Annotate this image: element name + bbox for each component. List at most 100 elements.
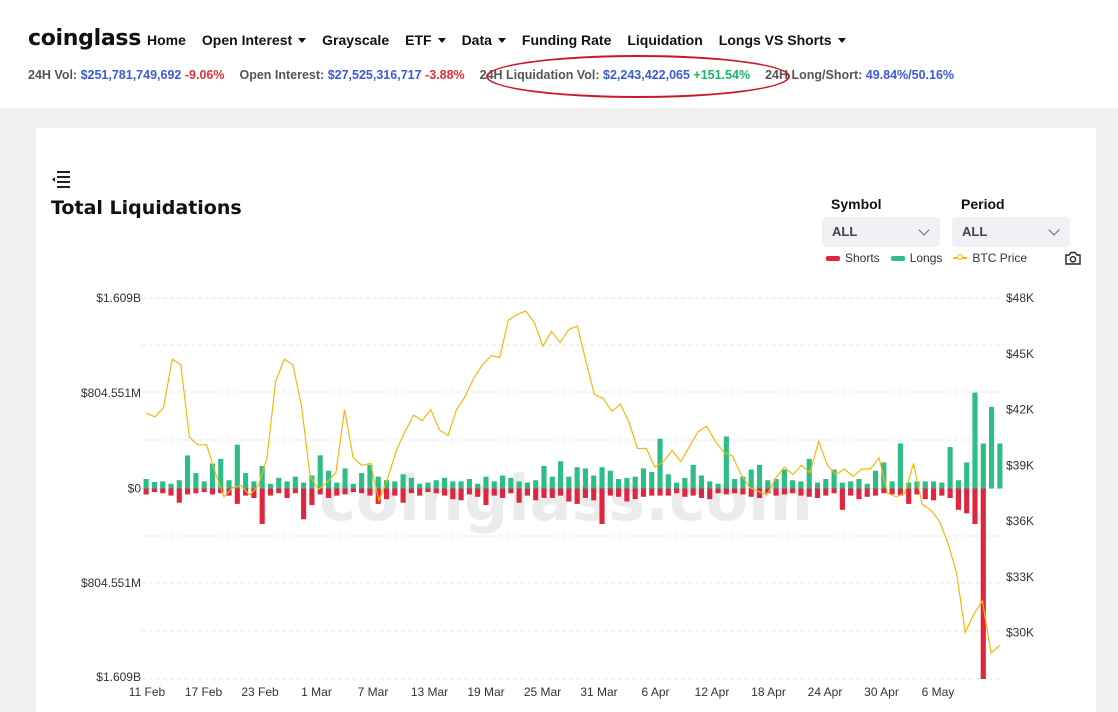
- bar-shorts: [276, 488, 282, 494]
- bar-longs: [740, 476, 746, 489]
- bar-shorts: [549, 488, 555, 498]
- bar-shorts: [359, 488, 365, 494]
- bar-shorts: [964, 488, 970, 514]
- bar-shorts: [483, 488, 489, 506]
- bar-longs: [980, 443, 986, 489]
- bar-shorts: [417, 488, 423, 496]
- bar-shorts: [508, 488, 514, 494]
- bar-shorts: [864, 488, 870, 497]
- liquidations-chart: coinglass.com $1.609B $804.551M $0 $804.551…: [81, 291, 1034, 699]
- x-tick-label: 1 Mar: [301, 685, 332, 699]
- x-tick-label: 18 Apr: [751, 685, 786, 699]
- bar-shorts: [450, 488, 456, 500]
- bar-shorts: [168, 488, 174, 496]
- bar-shorts: [616, 488, 622, 497]
- bar-shorts: [740, 488, 746, 495]
- bar-longs: [557, 461, 564, 489]
- x-tick-label: 19 Mar: [467, 685, 504, 699]
- right-tick-label: $39K: [1006, 458, 1034, 472]
- bar-longs: [243, 473, 249, 489]
- right-tick-label: $48K: [1006, 291, 1034, 305]
- bar-shorts: [632, 488, 638, 500]
- bar-longs: [616, 479, 622, 489]
- bar-longs: [756, 464, 763, 489]
- bar-longs: [359, 473, 365, 489]
- bar-shorts: [856, 488, 862, 500]
- bar-longs: [292, 476, 298, 489]
- bar-longs: [441, 477, 448, 489]
- bar-longs: [508, 477, 514, 489]
- bar-shorts: [491, 488, 497, 496]
- bar-longs: [475, 483, 481, 489]
- left-tick-label: $1.609B: [96, 291, 141, 305]
- right-axis-ticks: $48K $45K $42K $39K $36K $33K $30K: [1006, 291, 1034, 640]
- bar-longs: [375, 476, 381, 489]
- bar-shorts: [458, 488, 464, 501]
- bar-shorts: [566, 488, 572, 502]
- bar-shorts: [748, 488, 754, 497]
- bar-shorts: [665, 488, 671, 496]
- bar-longs: [964, 462, 970, 489]
- bar-longs: [765, 480, 771, 489]
- bar-longs: [342, 468, 348, 489]
- bar-longs: [839, 482, 845, 489]
- bar-longs: [814, 482, 821, 489]
- bar-shorts: [872, 488, 879, 496]
- bar-shorts: [475, 488, 481, 497]
- bar-longs: [939, 482, 945, 489]
- bar-shorts: [151, 488, 158, 493]
- bar-longs: [160, 481, 166, 489]
- bar-longs: [483, 476, 489, 489]
- bar-shorts: [814, 488, 821, 498]
- bar-shorts: [674, 488, 680, 494]
- bar-longs: [649, 471, 655, 489]
- right-tick-label: $30K: [1006, 626, 1034, 640]
- x-tick-label: 30 Apr: [864, 685, 899, 699]
- bar-shorts: [980, 488, 986, 679]
- bar-shorts: [939, 488, 945, 496]
- bar-longs: [632, 476, 638, 489]
- right-tick-label: $42K: [1006, 403, 1034, 417]
- bar-longs: [516, 481, 522, 489]
- bar-shorts: [334, 488, 340, 496]
- bar-longs: [226, 480, 232, 489]
- bar-shorts: [284, 488, 290, 498]
- bar-longs: [301, 482, 307, 489]
- bar-longs: [682, 477, 688, 489]
- bar-longs: [533, 480, 539, 489]
- bar-shorts: [881, 488, 887, 494]
- bar-longs: [922, 481, 928, 489]
- bar-longs: [856, 479, 862, 489]
- bar-shorts: [848, 488, 854, 496]
- bar-longs: [798, 481, 804, 489]
- bar-longs: [889, 481, 895, 489]
- x-tick-label: 6 May: [922, 685, 955, 699]
- bar-longs: [251, 481, 257, 489]
- bar-longs: [234, 444, 240, 489]
- bar-shorts: [839, 488, 845, 510]
- bar-shorts: [972, 488, 978, 525]
- bar-shorts: [516, 488, 522, 503]
- bar-longs: [392, 481, 398, 489]
- bar-longs: [491, 481, 497, 489]
- bar-shorts: [732, 488, 738, 494]
- bar-longs: [541, 466, 547, 489]
- bar-longs: [499, 475, 506, 489]
- bar-shorts: [640, 488, 647, 497]
- bar-longs: [947, 447, 953, 489]
- bar-longs: [599, 467, 605, 489]
- bar-shorts: [690, 488, 696, 496]
- bar-shorts: [541, 488, 547, 498]
- bar-shorts: [806, 488, 812, 497]
- bar-shorts: [591, 488, 597, 501]
- bar-longs: [897, 443, 903, 489]
- bar-longs: [732, 479, 738, 489]
- bar-shorts: [889, 488, 895, 495]
- bar-shorts: [259, 488, 265, 525]
- bar-shorts: [193, 488, 199, 494]
- bar-longs: [823, 479, 829, 489]
- bar-shorts: [425, 488, 431, 493]
- bar-longs: [872, 470, 879, 489]
- bar-shorts: [533, 488, 539, 501]
- bar-longs: [408, 477, 414, 489]
